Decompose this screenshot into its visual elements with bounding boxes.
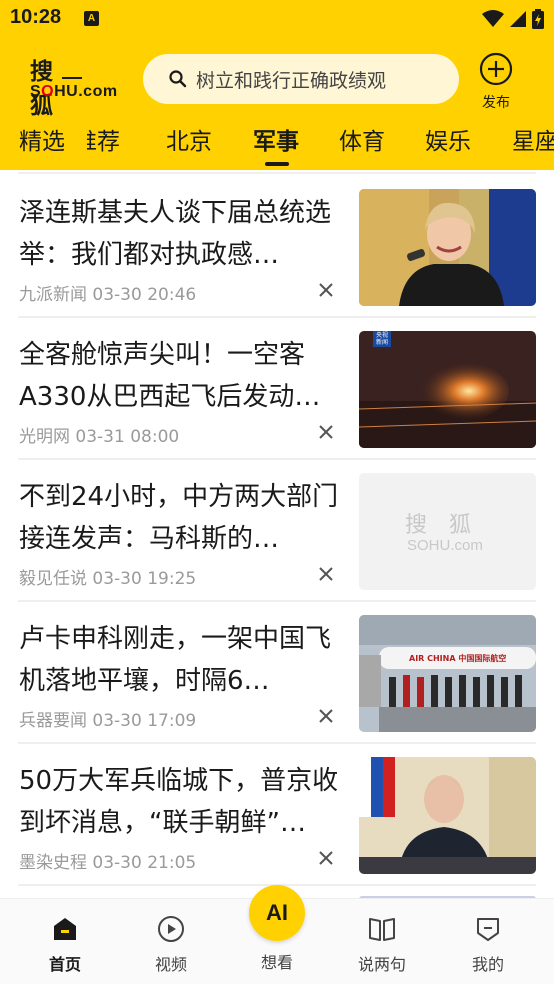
nav-video[interactable]: 视频 — [131, 915, 211, 975]
search-icon — [169, 70, 187, 88]
active-tab-indicator — [265, 162, 289, 166]
close-icon[interactable] — [316, 706, 336, 726]
logo-en-o: O — [41, 83, 55, 100]
tab-military[interactable]: 军事 — [253, 122, 299, 156]
news-thumbnail[interactable] — [359, 189, 536, 306]
plane-livery-text: AIR CHINA 中国国际航空 — [409, 654, 507, 663]
placeholder-logo-cn: 搜狐 — [405, 513, 494, 538]
publish-button[interactable]: 发布 — [474, 50, 518, 112]
news-meta: 兵器要闻 03-30 17:09 — [19, 706, 196, 731]
tab-beijing[interactable]: 北京 — [166, 122, 212, 156]
nav-comments[interactable]: 说两句 — [342, 915, 422, 975]
logo-en-rest: HU.com — [54, 83, 118, 100]
news-title[interactable]: 50万大军兵临城下，普京收到坏消息，“联手朝鲜”… — [19, 760, 339, 844]
signal-icon — [510, 11, 526, 27]
official-at-desk-image — [359, 757, 536, 874]
news-item[interactable]: 泽连斯基夫人谈下届总统选举：我们都对执政感… 九派新闻 03-30 20:46 — [0, 172, 554, 312]
close-icon[interactable] — [316, 564, 336, 584]
logo-en: SOHU.com — [30, 83, 118, 101]
logo-en-s: S — [30, 83, 42, 100]
thumb-badge: 央视 新闻 — [375, 332, 388, 346]
ai-icon[interactable]: AI — [249, 885, 305, 941]
home-icon — [54, 918, 76, 940]
status-icons — [482, 7, 544, 31]
nav-home-label: 首页 — [48, 955, 81, 974]
news-thumbnail[interactable]: AIR CHINA 中国国际航空 — [359, 615, 536, 732]
news-title[interactable]: 泽连斯基夫人谈下届总统选举：我们都对执政感… — [19, 192, 339, 276]
news-meta: 墨染史程 03-30 21:05 — [19, 848, 196, 873]
tabs-fade — [66, 114, 84, 170]
bottom-nav: 首页 视频 AI 想看 说两句 我的 — [0, 885, 554, 984]
book-icon — [369, 918, 395, 941]
wifi-icon — [482, 10, 504, 27]
tab-astrology[interactable]: 星座 — [512, 122, 554, 156]
news-thumbnail[interactable] — [359, 757, 536, 874]
tab-featured[interactable]: 精选 — [19, 122, 65, 156]
nav-video-label: 视频 — [154, 955, 187, 974]
news-meta: 光明网 03-31 08:00 — [19, 422, 179, 447]
battery-icon — [532, 9, 544, 29]
nav-ai-label[interactable]: 想看 — [237, 949, 317, 973]
add-circle-icon — [479, 52, 513, 86]
news-thumbnail[interactable]: 央视 新闻 — [359, 331, 536, 448]
sohu-logo: 搜狐 SOHU.com — [28, 52, 118, 119]
status-time: 10:28 — [10, 6, 62, 28]
nav-profile-label: 我的 — [471, 955, 504, 974]
news-source: 墨染史程 — [19, 853, 87, 873]
nav-comments-label: 说两句 — [357, 955, 406, 974]
play-icon — [158, 916, 184, 942]
nav-home[interactable]: 首页 — [25, 915, 105, 975]
news-item[interactable]: 不到24小时，中方两大部门接连发声：马科斯的… 毅见任说 03-30 19:25… — [0, 456, 554, 596]
channel-tabs: 精选 推荐 北京 军事 体育 娱乐 星座 — [0, 114, 554, 170]
close-icon[interactable] — [316, 422, 336, 442]
news-thumbnail[interactable]: 搜狐 SOHU.com — [359, 473, 536, 590]
logo-dash — [62, 77, 82, 79]
tab-entertainment[interactable]: 娱乐 — [425, 122, 471, 156]
close-icon[interactable] — [316, 848, 336, 868]
placeholder-logo-en: SOHU.com — [407, 537, 483, 554]
news-item[interactable]: 50万大军兵临城下，普京收到坏消息，“联手朝鲜”… 墨染史程 03-30 21:… — [0, 740, 554, 880]
portrait-image — [359, 189, 536, 306]
status-bar: 10:28 A — [0, 0, 554, 38]
news-time: 03-30 20:46 — [92, 285, 197, 305]
publish-label: 发布 — [482, 95, 510, 111]
search-bar[interactable]: 树立和践行正确政绩观 — [143, 54, 459, 104]
news-time: 03-30 17:09 — [92, 711, 197, 731]
search-placeholder: 树立和践行正确政绩观 — [196, 69, 387, 92]
tab-sports[interactable]: 体育 — [339, 122, 385, 156]
notification-icon: A — [84, 11, 99, 26]
nav-profile[interactable]: 我的 — [448, 915, 528, 975]
news-time: 03-31 08:00 — [75, 427, 180, 447]
news-title[interactable]: 卢卡申科刚走，一架中国飞机落地平壤，时隔6… — [19, 618, 339, 702]
news-source: 兵器要闻 — [19, 711, 87, 731]
news-title[interactable]: 不到24小时，中方两大部门接连发声：马科斯的… — [19, 476, 339, 560]
app-header: 10:28 A 搜狐 SOHU.com 树立和践行正确政绩观 发布 精选 推荐 … — [0, 0, 554, 170]
news-feed: 泽连斯基夫人谈下届总统选举：我们都对执政感… 九派新闻 03-30 20:46 … — [0, 170, 554, 898]
airplane-delegation-image — [359, 615, 536, 732]
news-time: 03-30 19:25 — [92, 569, 197, 589]
profile-icon — [477, 918, 499, 941]
news-item[interactable]: 卢卡申科刚走，一架中国飞机落地平壤，时隔6… 兵器要闻 03-30 17:09 — [0, 598, 554, 738]
news-time: 03-30 21:05 — [92, 853, 197, 873]
news-meta: 九派新闻 03-30 20:46 — [19, 280, 196, 305]
news-item[interactable]: 全客舱惊声尖叫！一空客A330从巴西起飞后发动… 光明网 03-31 08:00… — [0, 314, 554, 454]
close-icon[interactable] — [316, 280, 336, 300]
news-meta: 毅见任说 03-30 19:25 — [19, 564, 196, 589]
night-runway-image — [359, 331, 536, 448]
news-source: 光明网 — [19, 427, 70, 447]
news-title[interactable]: 全客舱惊声尖叫！一空客A330从巴西起飞后发动… — [19, 334, 339, 418]
news-source: 九派新闻 — [19, 285, 87, 305]
news-source: 毅见任说 — [19, 569, 87, 589]
